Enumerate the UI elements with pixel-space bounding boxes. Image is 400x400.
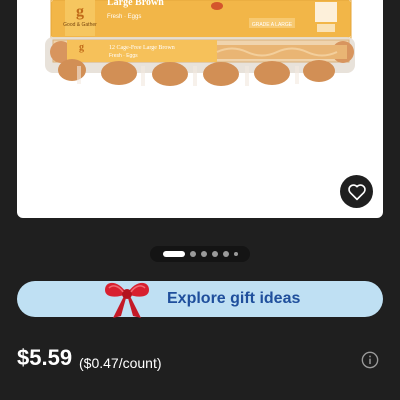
svg-text:Fresh · Eggs: Fresh · Eggs: [109, 53, 138, 59]
bow-icon: [105, 282, 149, 318]
svg-text:g: g: [76, 3, 84, 20]
product-image-card[interactable]: g Good & Gather Large Brown Fresh · Eggs…: [17, 0, 383, 218]
carousel-dots: [150, 246, 250, 262]
heart-icon: [347, 183, 366, 200]
svg-text:Good & Gather: Good & Gather: [63, 22, 97, 28]
svg-text:GRADE A LARGE: GRADE A LARGE: [252, 22, 293, 28]
gift-ideas-label: Explore gift ideas: [167, 290, 301, 307]
price: $5.59: [17, 345, 73, 370]
explore-gift-ideas-button[interactable]: Explore gift ideas: [17, 281, 383, 318]
carousel-dot[interactable]: [233, 252, 238, 256]
svg-text:Large Brown: Large Brown: [107, 0, 164, 8]
carousel-dot[interactable]: [200, 251, 207, 257]
svg-text:Fresh · Eggs: Fresh · Eggs: [107, 14, 141, 20]
info-icon[interactable]: [361, 351, 379, 369]
svg-text:g: g: [79, 42, 84, 53]
favorite-button[interactable]: [340, 175, 373, 208]
carousel-dot[interactable]: [222, 251, 229, 257]
carousel-dot[interactable]: [211, 251, 218, 257]
carousel-dot[interactable]: [162, 251, 185, 257]
carousel-dot[interactable]: [189, 251, 196, 257]
svg-text:12 Cage-Free Large Brown: 12 Cage-Free Large Brown: [109, 45, 175, 51]
unit-price: ($0.47/count): [79, 355, 162, 371]
product-image: g Good & Gather Large Brown Fresh · Eggs…: [45, 0, 355, 86]
